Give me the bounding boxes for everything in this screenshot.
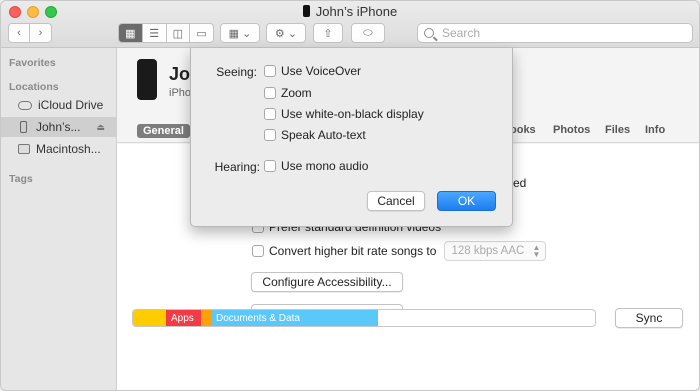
convert-bitrate-label: Convert higher bit rate songs to <box>269 244 437 258</box>
updown-arrows-icon: ▲ ▼ <box>532 243 541 259</box>
mono-audio-label: Use mono audio <box>281 159 369 173</box>
sidebar-item-label: Macintosh... <box>36 142 101 156</box>
close-window-button[interactable] <box>9 6 21 18</box>
action-button[interactable]: ⚙ ⌄ <box>266 23 306 43</box>
icon-view-button[interactable]: ▦ <box>119 24 143 42</box>
disk-icon <box>18 144 30 154</box>
gallery-view-button[interactable]: ▭ <box>190 24 213 42</box>
chevron-left-icon: ‹ <box>17 27 21 39</box>
columns-icon: ◫ <box>172 27 184 40</box>
sync-button[interactable]: Sync <box>615 308 683 328</box>
tab-photos[interactable]: Photos <box>553 124 590 136</box>
view-mode-control: ▦ ☰ ◫ ▭ <box>118 23 214 43</box>
speak-auto-text-checkbox[interactable] <box>264 129 276 141</box>
speak-auto-text-label: Speak Auto-text <box>281 128 366 142</box>
list-icon: ☰ <box>149 27 160 40</box>
bitrate-select[interactable]: 128 kbps AAC ▲ ▼ <box>444 241 547 261</box>
back-button[interactable]: ‹ <box>8 23 30 43</box>
storage-segment-misc <box>201 310 211 326</box>
sidebar: Favorites Locations iCloud Drive John’s.… <box>1 48 117 390</box>
storage-segment-other <box>133 310 166 326</box>
sidebar-heading-locations: Locations <box>9 81 59 93</box>
zoom-checkbox[interactable] <box>264 87 276 99</box>
sidebar-item-macintosh-hd[interactable]: Macintosh... <box>1 139 117 159</box>
hidden-option-label: ed <box>513 176 527 190</box>
gallery-icon: ▭ <box>196 27 207 40</box>
convert-bitrate-option: Convert higher bit rate songs to 128 kbp… <box>252 241 547 261</box>
toolbar: John’s iPhone ‹ › ▦ ☰ ◫ ▭ ▦ ⌄ ⚙ ⌄ ⇧ ⬭ <box>1 1 699 48</box>
voiceover-checkbox[interactable] <box>264 65 276 77</box>
eject-icon[interactable]: ⏏ <box>96 122 105 133</box>
chevron-right-icon: › <box>38 27 43 39</box>
forward-button[interactable]: › <box>30 23 52 43</box>
tag-icon: ⬭ <box>363 26 373 39</box>
mono-audio-checkbox[interactable] <box>264 160 276 172</box>
group-button[interactable]: ▦ ⌄ <box>220 23 260 43</box>
tab-audiobooks[interactable]: ooks <box>510 124 536 136</box>
group-icon: ▦ ⌄ <box>228 27 252 40</box>
window-title: John’s iPhone <box>1 4 699 19</box>
white-on-black-option[interactable]: Use white-on-black display <box>264 107 424 121</box>
white-on-black-checkbox[interactable] <box>264 108 276 120</box>
sidebar-item-label: iCloud Drive <box>38 98 104 112</box>
share-button[interactable]: ⇧ <box>313 23 343 43</box>
sidebar-item-label: John’s... <box>36 120 81 134</box>
white-on-black-label: Use white-on-black display <box>281 107 424 121</box>
tag-button[interactable]: ⬭ <box>351 23 385 43</box>
search-field[interactable] <box>417 23 693 43</box>
minimize-window-button[interactable] <box>27 6 39 18</box>
cancel-button[interactable]: Cancel <box>367 191 425 211</box>
tab-general[interactable]: General <box>137 124 190 138</box>
storage-bar: Apps Documents & Data <box>132 309 596 327</box>
speak-auto-text-option[interactable]: Speak Auto-text <box>264 128 366 142</box>
search-icon <box>424 28 434 38</box>
mono-audio-option[interactable]: Use mono audio <box>264 159 368 173</box>
convert-bitrate-checkbox[interactable] <box>252 245 264 257</box>
list-view-button[interactable]: ☰ <box>143 24 167 42</box>
voiceover-option[interactable]: Use VoiceOver <box>264 64 361 78</box>
grid-icon: ▦ <box>125 27 136 40</box>
tab-files[interactable]: Files <box>605 124 630 136</box>
configure-accessibility-button[interactable]: Configure Accessibility... <box>251 272 403 292</box>
cloud-icon <box>18 100 32 110</box>
hearing-label: Hearing: <box>214 160 260 174</box>
iphone-icon <box>302 5 310 17</box>
search-input[interactable] <box>440 25 670 41</box>
sidebar-item-icloud-drive[interactable]: iCloud Drive <box>1 95 117 115</box>
voiceover-label: Use VoiceOver <box>281 64 362 78</box>
storage-segment-apps: Apps <box>166 310 201 326</box>
column-view-button[interactable]: ◫ <box>167 24 191 42</box>
device-subtitle: iPho <box>169 87 192 99</box>
tab-info[interactable]: Info <box>645 124 665 136</box>
ok-button[interactable]: OK <box>437 191 496 211</box>
window-title-text: John’s iPhone <box>315 4 398 19</box>
bitrate-value: 128 kbps AAC <box>451 245 525 257</box>
storage-segment-documents: Documents & Data <box>211 310 378 326</box>
share-icon: ⇧ <box>323 27 333 40</box>
sidebar-heading-tags: Tags <box>9 173 33 185</box>
accessibility-sheet: Seeing: Use VoiceOver Zoom Use white-on-… <box>190 48 513 227</box>
sidebar-heading-favorites: Favorites <box>9 57 56 69</box>
sidebar-item-iphone[interactable]: John’s... ⏏ <box>1 117 117 137</box>
zoom-window-button[interactable] <box>45 6 57 18</box>
iphone-icon <box>137 59 157 100</box>
iphone-icon <box>20 121 27 133</box>
seeing-label: Seeing: <box>216 65 257 79</box>
zoom-option[interactable]: Zoom <box>264 86 312 100</box>
gear-icon: ⚙ ⌄ <box>274 27 298 40</box>
finder-window: John’s iPhone ‹ › ▦ ☰ ◫ ▭ ▦ ⌄ ⚙ ⌄ ⇧ ⬭ Fa… <box>0 0 700 391</box>
zoom-label: Zoom <box>281 86 312 100</box>
